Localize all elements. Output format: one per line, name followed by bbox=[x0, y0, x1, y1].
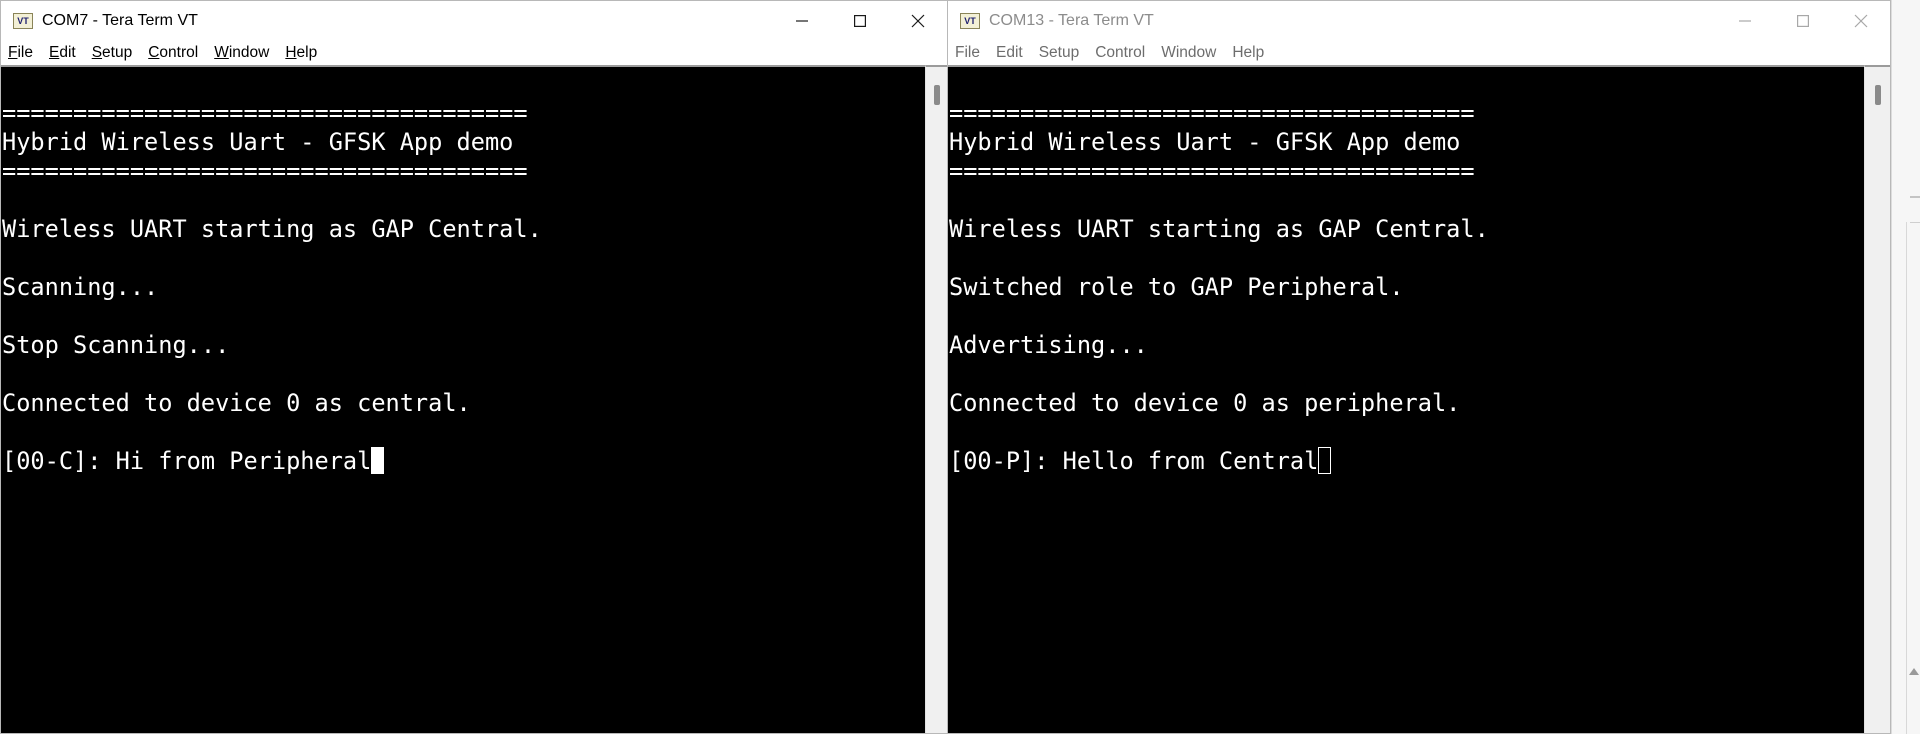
text-cursor bbox=[371, 447, 385, 474]
scrollbar-thumb[interactable] bbox=[934, 85, 940, 105]
terminal-line: Scanning... bbox=[2, 273, 159, 301]
teraterm-window-com7[interactable]: VT COM7 - Tera Term VT File Edit Setup C… bbox=[0, 0, 948, 734]
background-window-divider bbox=[1906, 222, 1907, 734]
terminal-line: Stop Scanning... bbox=[2, 331, 230, 359]
background-window-line bbox=[1910, 196, 1920, 198]
terminal-line: Wireless UART starting as GAP Central. bbox=[2, 215, 542, 243]
menu-window[interactable]: Window bbox=[1153, 44, 1224, 62]
terminal-line: Wireless UART starting as GAP Central. bbox=[949, 215, 1489, 243]
menu-control-access-key: C bbox=[148, 44, 160, 61]
menu-window-label-rest: indow bbox=[228, 44, 270, 61]
minimize-button[interactable] bbox=[1716, 1, 1774, 41]
terminal-output: ===================================== Hy… bbox=[2, 99, 542, 476]
teraterm-window-com13[interactable]: VT COM13 - Tera Term VT File Edit Setup … bbox=[947, 0, 1891, 734]
menu-edit[interactable]: Edit bbox=[41, 44, 84, 62]
terminal-line: ===================================== bbox=[2, 157, 528, 185]
close-button[interactable] bbox=[889, 1, 947, 41]
menu-setup[interactable]: Setup bbox=[84, 44, 141, 62]
menu-help-access-key: H bbox=[285, 44, 297, 61]
menu-help[interactable]: Help bbox=[1224, 44, 1272, 62]
window-controls bbox=[773, 1, 947, 41]
terminal-prompt-line: [00-P]: Hello from Central bbox=[949, 447, 1489, 476]
background-window-edge bbox=[1891, 0, 1920, 734]
title-bar[interactable]: VT COM7 - Tera Term VT bbox=[1, 1, 947, 41]
teraterm-app-icon[interactable]: VT bbox=[960, 13, 980, 29]
title-bar[interactable]: VT COM13 - Tera Term VT bbox=[948, 1, 1890, 41]
terminal-output: ===================================== Hy… bbox=[949, 99, 1489, 476]
terminal-prompt-line: [00-C]: Hi from Peripheral bbox=[2, 447, 542, 476]
close-button[interactable] bbox=[1832, 1, 1890, 41]
menu-control[interactable]: Control bbox=[1087, 44, 1153, 62]
maximize-button[interactable] bbox=[1774, 1, 1832, 41]
terminal-last-line-text: [00-C]: Hi from Peripheral bbox=[2, 447, 372, 475]
menu-file-label-rest: ile bbox=[17, 44, 33, 61]
terminal-screen[interactable]: ===================================== Hy… bbox=[948, 65, 1864, 733]
teraterm-app-icon[interactable]: VT bbox=[13, 13, 33, 29]
terminal-line: ===================================== bbox=[949, 99, 1475, 127]
terminal-line: ===================================== bbox=[2, 99, 528, 127]
menu-setup-access-key: S bbox=[91, 44, 103, 61]
terminal-line: Switched role to GAP Peripheral. bbox=[949, 273, 1404, 301]
terminal-line: Advertising... bbox=[949, 331, 1148, 359]
menu-control[interactable]: Control bbox=[140, 44, 206, 62]
terminal-line: ===================================== bbox=[949, 157, 1475, 185]
vertical-scrollbar[interactable] bbox=[925, 65, 947, 733]
desktop: VT COM7 - Tera Term VT File Edit Setup C… bbox=[0, 0, 1920, 734]
background-window-line bbox=[1910, 222, 1920, 223]
maximize-icon bbox=[1797, 15, 1809, 27]
menu-file[interactable]: File bbox=[1, 44, 41, 62]
window-title: COM7 - Tera Term VT bbox=[42, 12, 198, 29]
menu-control-label-rest: ontrol bbox=[159, 44, 199, 61]
close-icon bbox=[911, 14, 925, 28]
minimize-icon bbox=[796, 20, 808, 22]
terminal-line: Hybrid Wireless Uart - GFSK App demo bbox=[949, 128, 1461, 156]
menu-edit-label-rest: dit bbox=[59, 44, 76, 61]
window-controls bbox=[1716, 1, 1890, 41]
minimize-button[interactable] bbox=[773, 1, 831, 41]
menu-help[interactable]: Help bbox=[277, 44, 325, 62]
terminal-screen[interactable]: ===================================== Hy… bbox=[1, 65, 925, 733]
menu-edit-access-key: E bbox=[48, 44, 60, 61]
menu-bar: File Edit Setup Control Window Help bbox=[948, 41, 1890, 65]
text-cursor bbox=[1318, 447, 1332, 474]
terminal-line: Hybrid Wireless Uart - GFSK App demo bbox=[2, 128, 514, 156]
menu-setup[interactable]: Setup bbox=[1031, 44, 1088, 62]
menu-window[interactable]: Window bbox=[206, 44, 277, 62]
menu-edit[interactable]: Edit bbox=[988, 44, 1031, 62]
menu-setup-label-rest: etup bbox=[102, 44, 133, 61]
minimize-icon bbox=[1739, 20, 1751, 22]
maximize-button[interactable] bbox=[831, 1, 889, 41]
maximize-icon bbox=[854, 15, 866, 27]
terminal-line: Connected to device 0 as peripheral. bbox=[949, 389, 1461, 417]
terminal-line: Connected to device 0 as central. bbox=[2, 389, 471, 417]
menu-file[interactable]: File bbox=[948, 44, 988, 62]
menu-help-label-rest: elp bbox=[296, 44, 318, 61]
close-icon bbox=[1854, 14, 1868, 28]
menu-window-access-key: W bbox=[214, 44, 229, 61]
vertical-scrollbar[interactable] bbox=[1864, 65, 1890, 733]
terminal-last-line-text: [00-P]: Hello from Central bbox=[949, 447, 1319, 475]
menu-bar: File Edit Setup Control Window Help bbox=[1, 41, 947, 65]
scrollbar-thumb[interactable] bbox=[1875, 85, 1881, 105]
window-title: COM13 - Tera Term VT bbox=[989, 12, 1154, 29]
scroll-up-arrow-icon[interactable] bbox=[1909, 668, 1919, 675]
